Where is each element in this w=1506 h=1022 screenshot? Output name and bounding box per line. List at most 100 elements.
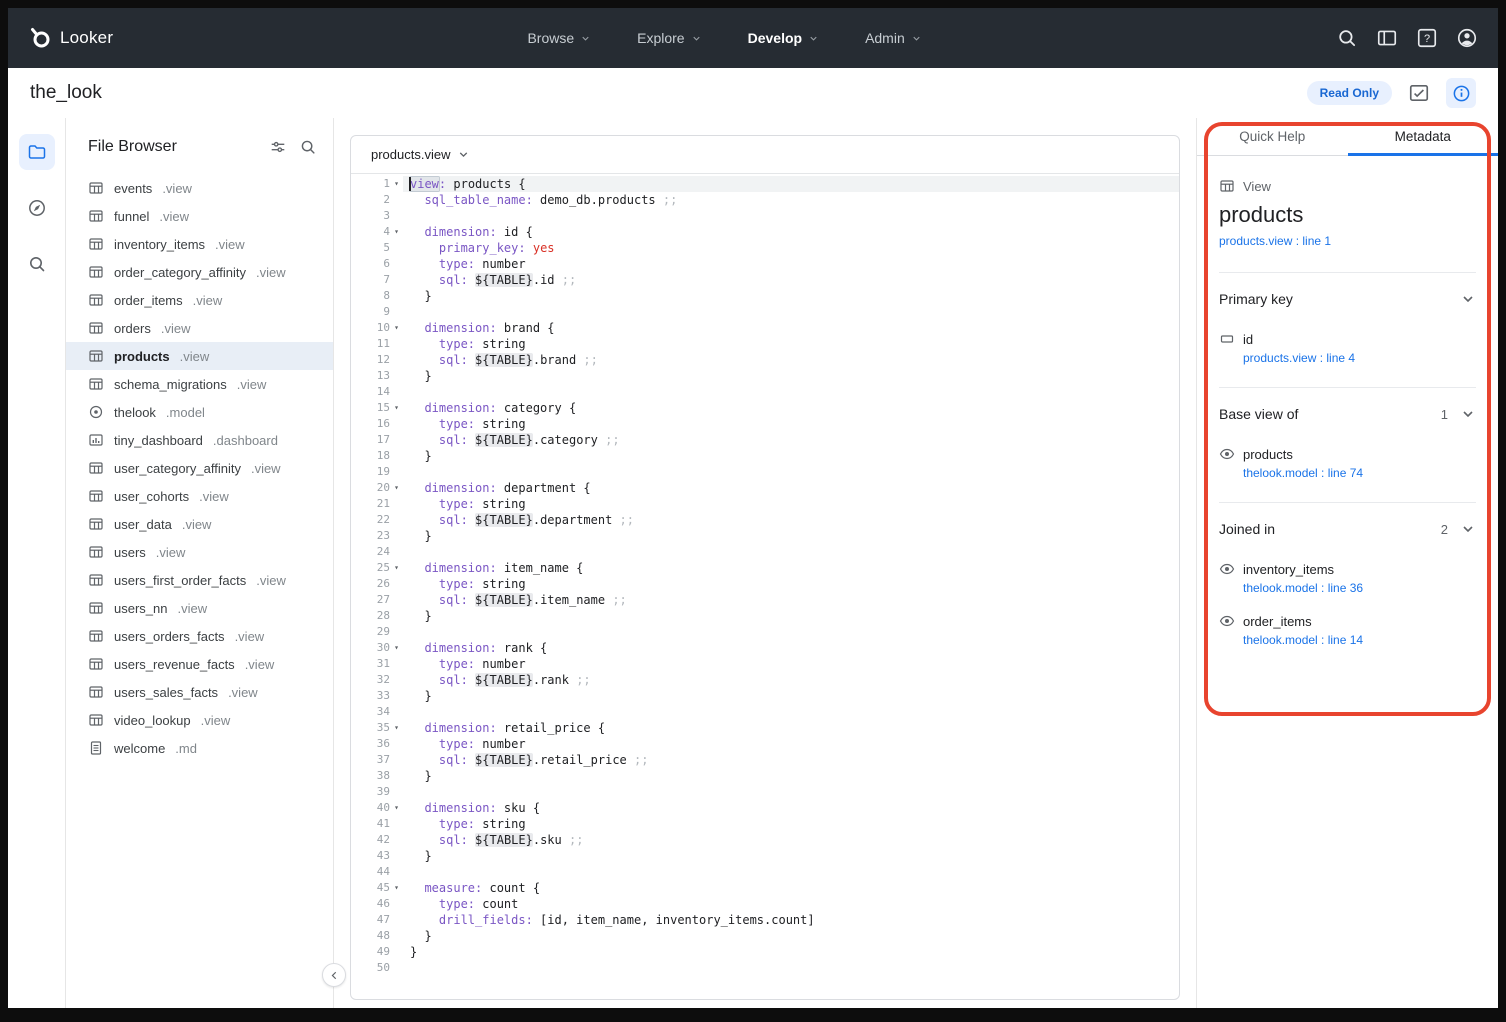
- gutter: 4▾: [351, 224, 403, 240]
- chevron-down-icon: [1460, 406, 1476, 422]
- source-link[interactable]: products.view : line 1: [1219, 234, 1331, 248]
- table-icon: [88, 264, 104, 280]
- chevron-down-icon: [1460, 291, 1476, 307]
- gutter: 3: [351, 208, 403, 224]
- gutter: 15▾: [351, 400, 403, 416]
- collapse-sidebar-button[interactable]: [322, 963, 346, 987]
- fold-toggle-icon[interactable]: ▾: [390, 640, 403, 656]
- tab-quick-help[interactable]: Quick Help: [1197, 118, 1348, 155]
- file-name: thelook: [114, 405, 156, 420]
- fold-toggle-icon[interactable]: ▾: [390, 224, 403, 240]
- file-row[interactable]: funnel.view: [66, 202, 333, 230]
- file-row[interactable]: users.view: [66, 538, 333, 566]
- section-header-primary-key[interactable]: Primary key: [1219, 275, 1476, 323]
- object-browser-button[interactable]: [19, 190, 55, 226]
- read-only-badge[interactable]: Read Only: [1307, 81, 1392, 105]
- lookml-validator-icon[interactable]: [1408, 82, 1430, 104]
- metadata-title: products: [1219, 202, 1476, 228]
- window-icon[interactable]: [1376, 27, 1398, 49]
- source-link[interactable]: thelook.model : line 36: [1243, 581, 1476, 595]
- file-row[interactable]: users_first_order_facts.view: [66, 566, 333, 594]
- account-icon[interactable]: [1456, 27, 1478, 49]
- file-row[interactable]: users_nn.view: [66, 594, 333, 622]
- model-icon: [88, 404, 104, 420]
- line-number: 39: [377, 784, 390, 800]
- table-icon: [88, 348, 104, 364]
- file-row[interactable]: tiny_dashboard.dashboard: [66, 426, 333, 454]
- file-row[interactable]: orders.view: [66, 314, 333, 342]
- find-and-replace-button[interactable]: [19, 246, 55, 282]
- fold-toggle-icon[interactable]: ▾: [390, 800, 403, 816]
- gutter: 24: [351, 544, 403, 560]
- fold-toggle-icon[interactable]: ▾: [390, 400, 403, 416]
- code-line: 48 }: [351, 928, 1179, 944]
- file-row[interactable]: user_cohorts.view: [66, 482, 333, 510]
- file-row[interactable]: events.view: [66, 174, 333, 202]
- fold-toggle-icon[interactable]: ▾: [390, 880, 403, 896]
- code-text: dimension: brand {: [403, 320, 1179, 336]
- file-row[interactable]: order_category_affinity.view: [66, 258, 333, 286]
- file-extension: .view: [180, 349, 210, 364]
- table-icon: [88, 180, 104, 196]
- file-row[interactable]: order_items.view: [66, 286, 333, 314]
- info-icon[interactable]: [1446, 78, 1476, 108]
- code-line: 24: [351, 544, 1179, 560]
- fold-toggle-icon[interactable]: ▾: [390, 560, 403, 576]
- menu-label: Explore: [637, 30, 684, 46]
- code-line: 32 sql: ${TABLE}.rank ;;: [351, 672, 1179, 688]
- code-text: [403, 464, 1179, 480]
- code-text: }: [403, 288, 1179, 304]
- code-line: 42 sql: ${TABLE}.sku ;;: [351, 832, 1179, 848]
- chevron-down-icon[interactable]: [457, 148, 470, 161]
- metadata-item: order_items thelook.model : line 14: [1219, 613, 1476, 647]
- menu-browse[interactable]: Browse: [527, 30, 591, 46]
- source-link[interactable]: thelook.model : line 14: [1243, 633, 1476, 647]
- code-line: 23 }: [351, 528, 1179, 544]
- looker-home-link[interactable]: Looker: [28, 26, 113, 50]
- menu-label: Develop: [748, 30, 802, 46]
- filter-icon[interactable]: [269, 138, 287, 156]
- file-name: schema_migrations: [114, 377, 227, 392]
- menu-explore[interactable]: Explore: [637, 30, 701, 46]
- code-line: 22 sql: ${TABLE}.department ;;: [351, 512, 1179, 528]
- fold-toggle-icon[interactable]: ▾: [390, 720, 403, 736]
- code-pane[interactable]: 1▾view: products {2 sql_table_name: demo…: [351, 174, 1179, 999]
- search-icon[interactable]: [299, 138, 317, 156]
- source-link[interactable]: products.view : line 4: [1243, 351, 1476, 365]
- tab-metadata[interactable]: Metadata: [1348, 118, 1499, 155]
- file-browser-panel: File Browser events.viewfunnel.viewinven…: [66, 118, 334, 1008]
- file-row[interactable]: video_lookup.view: [66, 706, 333, 734]
- fold-toggle-icon[interactable]: ▾: [390, 176, 403, 192]
- fold-toggle-icon[interactable]: ▾: [390, 480, 403, 496]
- section-header-joined-in[interactable]: Joined in2: [1219, 505, 1476, 553]
- code-line: 33 }: [351, 688, 1179, 704]
- file-row[interactable]: thelook.model: [66, 398, 333, 426]
- file-row[interactable]: users_sales_facts.view: [66, 678, 333, 706]
- source-link[interactable]: thelook.model : line 74: [1243, 466, 1476, 480]
- file-row[interactable]: user_data.view: [66, 510, 333, 538]
- file-row[interactable]: schema_migrations.view: [66, 370, 333, 398]
- editor-tab-products-view[interactable]: products.view: [371, 147, 450, 162]
- table-icon: [88, 236, 104, 252]
- chevron-down-icon: [911, 33, 922, 44]
- file-row[interactable]: users_orders_facts.view: [66, 622, 333, 650]
- gutter: 41: [351, 816, 403, 832]
- file-row[interactable]: products.view: [66, 342, 333, 370]
- metadata-item-label: order_items: [1243, 614, 1312, 629]
- search-icon[interactable]: [1336, 27, 1358, 49]
- section-count: 1: [1441, 407, 1460, 422]
- line-number: 23: [377, 528, 390, 544]
- file-row[interactable]: users_revenue_facts.view: [66, 650, 333, 678]
- line-number: 35: [377, 720, 390, 736]
- fold-toggle-icon[interactable]: ▾: [390, 320, 403, 336]
- file-name: order_category_affinity: [114, 265, 246, 280]
- section-header-base-view-of[interactable]: Base view of1: [1219, 390, 1476, 438]
- menu-admin[interactable]: Admin: [865, 30, 922, 46]
- file-row[interactable]: welcome.md: [66, 734, 333, 762]
- file-row[interactable]: user_category_affinity.view: [66, 454, 333, 482]
- file-browser-button[interactable]: [19, 134, 55, 170]
- file-row[interactable]: inventory_items.view: [66, 230, 333, 258]
- help-icon[interactable]: ?: [1416, 27, 1438, 49]
- menu-develop[interactable]: Develop: [748, 30, 819, 46]
- file-extension: .view: [182, 517, 212, 532]
